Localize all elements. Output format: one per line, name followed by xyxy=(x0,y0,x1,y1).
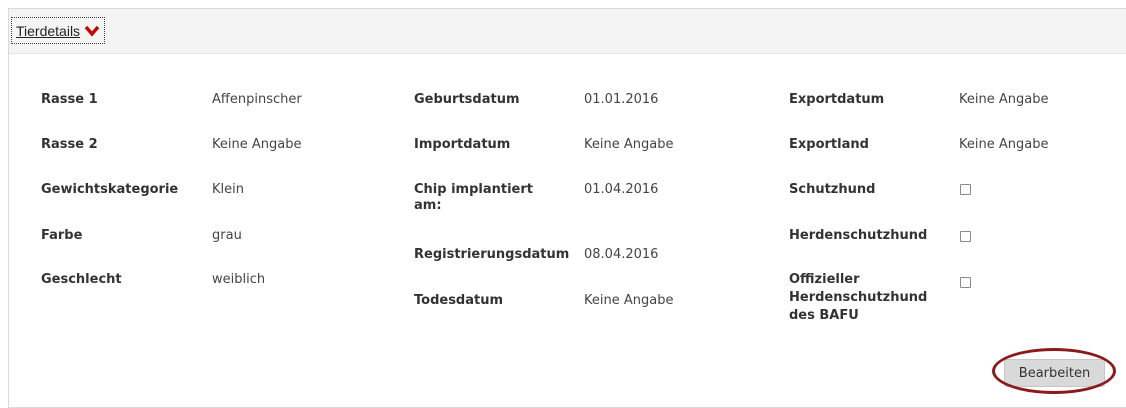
chevron-down-icon[interactable] xyxy=(84,25,100,37)
geburtsdatum-label: Geburtsdatum xyxy=(414,92,520,107)
herdenschutzhund-checkbox[interactable] xyxy=(960,231,971,242)
exportdatum-label: Exportdatum xyxy=(789,92,885,107)
rasse2-label: Rasse 2 xyxy=(41,137,98,152)
panel-header: Tierdetails xyxy=(9,9,1126,54)
offiziell-label-line2: Herdenschutzhund xyxy=(789,290,928,305)
exportdatum-value: Keine Angabe xyxy=(959,92,1049,107)
importdatum-label: Importdatum xyxy=(414,137,511,152)
geschlecht-value: weiblich xyxy=(212,272,266,287)
schutzhund-checkbox[interactable] xyxy=(960,184,971,195)
chip-value: 01.04.2016 xyxy=(584,182,659,197)
rasse1-value: Affenpinscher xyxy=(212,92,302,107)
rasse1-label: Rasse 1 xyxy=(41,92,98,107)
farbe-label: Farbe xyxy=(41,228,83,243)
offiziell-label-line3: des BAFU xyxy=(789,308,859,323)
offiziell-label-line1: Offizieller xyxy=(789,272,860,287)
todesdatum-label: Todesdatum xyxy=(414,293,504,308)
farbe-value: grau xyxy=(212,228,242,243)
gewichtskategorie-value: Klein xyxy=(212,182,244,197)
animal-details-panel: Tierdetails xyxy=(8,8,1126,408)
offiziell-herdenschutzhund-checkbox[interactable] xyxy=(960,277,971,288)
exportland-label: Exportland xyxy=(789,137,869,152)
rasse2-value: Keine Angabe xyxy=(212,137,302,152)
panel-title[interactable]: Tierdetails xyxy=(16,23,80,39)
registrierungsdatum-label: Registrierungsdatum xyxy=(414,247,570,262)
gewichtskategorie-label: Gewichtskategorie xyxy=(41,182,179,197)
chip-label-line2: am: xyxy=(414,198,442,213)
highlight-ring xyxy=(992,348,1116,394)
herdenschutzhund-label: Herdenschutzhund xyxy=(789,228,928,243)
panel-toggle[interactable]: Tierdetails xyxy=(11,17,106,44)
exportland-value: Keine Angabe xyxy=(959,137,1049,152)
geschlecht-label: Geschlecht xyxy=(41,272,122,287)
registrierungsdatum-value: 08.04.2016 xyxy=(584,247,659,262)
importdatum-value: Keine Angabe xyxy=(584,137,674,152)
todesdatum-value: Keine Angabe xyxy=(584,293,674,308)
geburtsdatum-value: 01.01.2016 xyxy=(584,92,659,107)
schutzhund-label: Schutzhund xyxy=(789,182,876,197)
